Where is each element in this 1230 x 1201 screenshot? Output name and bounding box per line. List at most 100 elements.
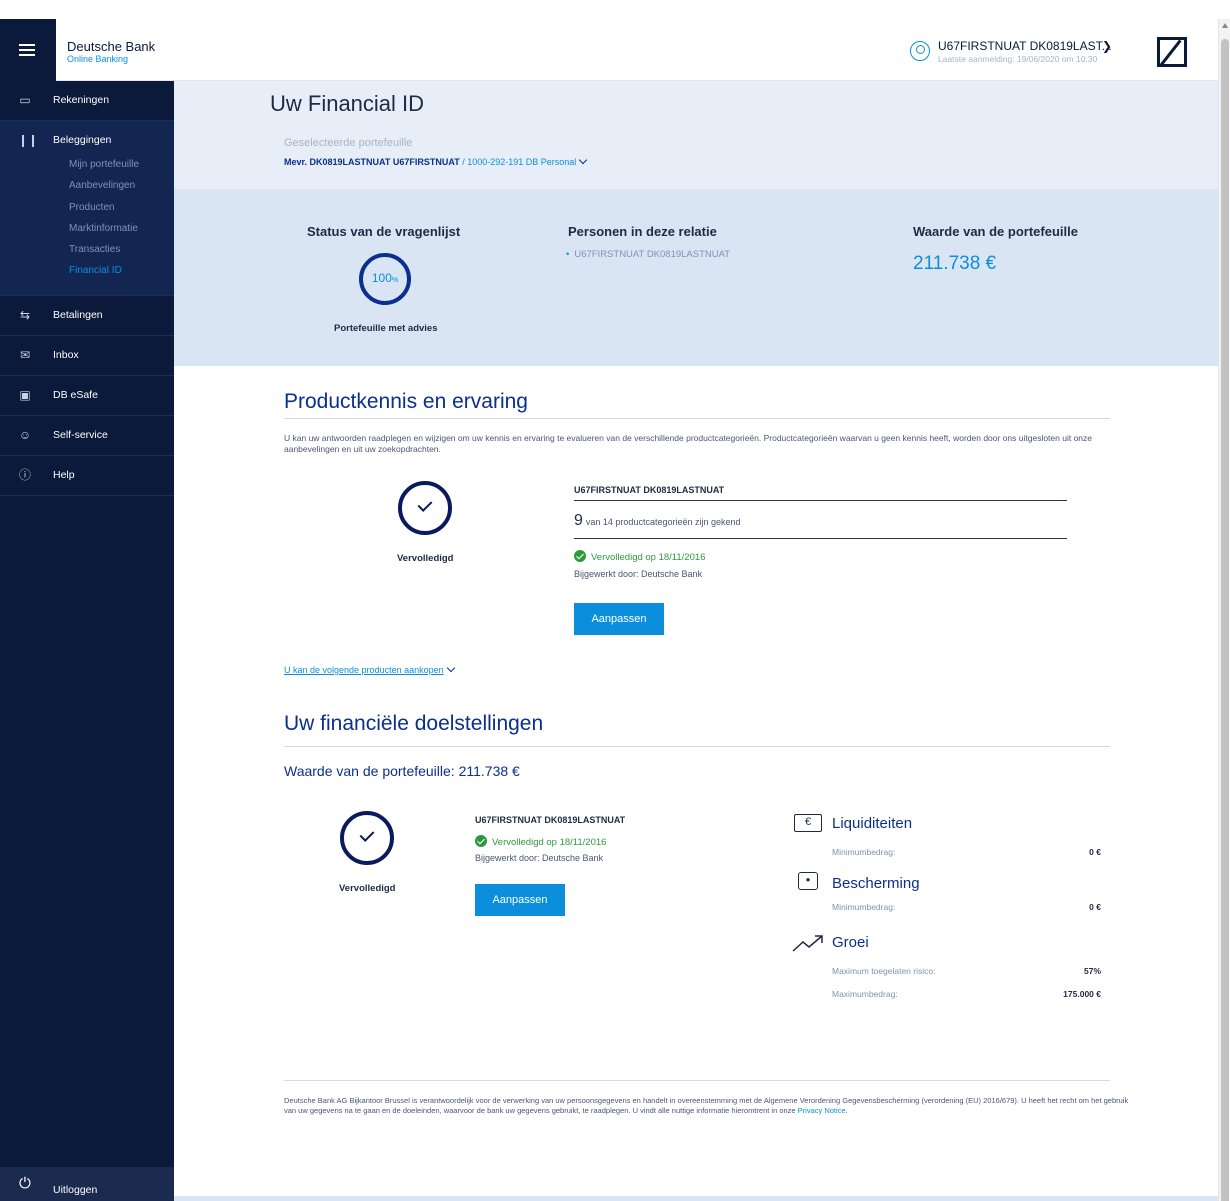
liquidity-title: Liquiditeiten bbox=[832, 815, 913, 832]
divider bbox=[284, 746, 1110, 747]
sidebar-item-label: Rekeningen bbox=[53, 94, 110, 106]
knowledge-intro: U kan uw antwoorden raadplegen en wijzig… bbox=[284, 433, 1093, 454]
lock-icon: ● bbox=[798, 872, 818, 890]
advice-label: Portefeuille met advies bbox=[334, 323, 438, 334]
check-icon bbox=[475, 835, 487, 847]
chevron-down-icon bbox=[446, 663, 455, 673]
goals-updated-by: Bijgewerkt door: Deutsche Bank bbox=[475, 853, 604, 863]
euro-icon: € bbox=[794, 814, 822, 832]
subnav-marktinformatie[interactable]: Marktinformatie bbox=[0, 218, 174, 239]
knowledge-person: U67FIRSTNUAT DK0819LASTNUAT bbox=[574, 485, 725, 495]
sidebar-item-rekeningen[interactable]: ▭ Rekeningen bbox=[0, 81, 174, 121]
brand[interactable]: Deutsche Bank Online Banking bbox=[67, 40, 155, 65]
knowledge-edit-button[interactable]: Aanpassen bbox=[574, 603, 664, 635]
power-icon: ⏻ bbox=[19, 1175, 31, 1192]
divider bbox=[284, 418, 1110, 419]
card-icon: ▭ bbox=[19, 93, 31, 107]
last-login: Laatste aanmelding: 19/06/2020 om 10:30 bbox=[938, 54, 1098, 64]
brand-subtitle: Online Banking bbox=[67, 54, 129, 64]
progress-ring: 100% bbox=[359, 253, 411, 305]
knowledge-status-caption: Vervolledigd bbox=[397, 553, 454, 564]
privacy-notice-link[interactable]: Privacy Notice bbox=[798, 1106, 846, 1115]
check-circle-icon bbox=[340, 811, 394, 865]
chevron-down-icon bbox=[579, 155, 588, 165]
growth-max-label: Maximumbedrag: bbox=[832, 989, 898, 999]
growth-max-value: 175.000 € bbox=[1063, 989, 1101, 999]
db-logo-icon[interactable] bbox=[1157, 37, 1187, 67]
goals-edit-button[interactable]: Aanpassen bbox=[475, 884, 565, 916]
logout-label: Uitloggen bbox=[53, 1184, 98, 1196]
chevron-down-icon[interactable]: ❯ bbox=[1102, 39, 1112, 53]
page-title: Uw Financial ID bbox=[270, 91, 425, 116]
scrollbar-thumb[interactable] bbox=[1221, 39, 1229, 1201]
trend-icon bbox=[792, 935, 823, 952]
portfolio-value-heading: Waarde van de portefeuille bbox=[913, 224, 1078, 239]
subnav-mijn-portefeuille[interactable]: Mijn portefeuille bbox=[0, 154, 174, 175]
top-header: Deutsche Bank Online Banking U67FIRSTNUA… bbox=[0, 19, 1218, 81]
liquidity-value: 0 € bbox=[1089, 847, 1101, 857]
selected-portfolio-label: Geselecteerde portefeuille bbox=[284, 137, 413, 149]
knowledge-title: Productkennis en ervaring bbox=[284, 390, 528, 413]
subnav-producten[interactable]: Producten bbox=[0, 197, 174, 218]
sidebar-item-label: Betalingen bbox=[53, 309, 103, 321]
status-band: Status van de vragenlijst 100% Portefeui… bbox=[174, 189, 1218, 366]
portfolio-selector[interactable]: Mevr. DK0819LASTNUAT U67FIRSTNUAT / 1000… bbox=[284, 155, 588, 167]
portfolio-account: / 1000-292-191 DB Personal bbox=[459, 157, 577, 167]
sidebar-item-help[interactable]: ⓘ Help bbox=[0, 456, 174, 496]
protection-title: Bescherming bbox=[832, 875, 920, 892]
goals-person: U67FIRSTNUAT DK0819LASTNUAT bbox=[475, 815, 626, 825]
knowledge-count: 9 van 14 productcategorieën zijn gekend bbox=[574, 512, 741, 529]
scrollbar[interactable] bbox=[1218, 19, 1230, 1201]
sidebar-item-db-esafe[interactable]: ▣ DB eSafe bbox=[0, 376, 174, 416]
sidebar-item-label: Beleggingen bbox=[53, 134, 112, 146]
questionnaire-heading: Status van de vragenlijst bbox=[307, 224, 461, 239]
check-circle-icon bbox=[398, 481, 452, 535]
liquidity-label: Minimumbedrag: bbox=[832, 847, 896, 857]
check-icon bbox=[574, 550, 586, 562]
hamburger-icon bbox=[19, 44, 35, 56]
knowledge-completed: Vervolledigd op 18/11/2016 bbox=[574, 548, 705, 563]
sidebar-item-self-service[interactable]: ☺ Self-service bbox=[0, 416, 174, 456]
growth-risk-value: 57% bbox=[1083, 966, 1101, 976]
growth-title: Groei bbox=[832, 934, 869, 951]
protection-value: 0 € bbox=[1089, 902, 1101, 912]
sidebar-item-label: DB eSafe bbox=[53, 389, 98, 401]
safe-icon: ▣ bbox=[19, 388, 31, 402]
subnav-aanbevelingen[interactable]: Aanbevelingen bbox=[0, 175, 174, 196]
scroll-up-icon[interactable] bbox=[1222, 23, 1228, 28]
sidebar-item-label: Self-service bbox=[53, 429, 108, 441]
divider bbox=[284, 1080, 1110, 1081]
bottom-band bbox=[174, 1196, 1218, 1201]
hero-section: Uw Financial ID Geselecteerde portefeuil… bbox=[174, 81, 1218, 189]
brand-name: Deutsche Bank bbox=[67, 39, 156, 54]
logout-button[interactable]: ⏻ Uitloggen bbox=[0, 1167, 174, 1201]
divider bbox=[574, 500, 1067, 501]
sidebar-item-betalingen[interactable]: ⇆ Betalingen bbox=[0, 296, 174, 336]
subnav-transacties[interactable]: Transacties bbox=[0, 239, 174, 260]
sidebar-subnav: Mijn portefeuille Aanbevelingen Producte… bbox=[0, 154, 174, 282]
menu-button[interactable] bbox=[0, 19, 56, 81]
footer-notice: Deutsche Bank AG Bijkantoor Brussel is v… bbox=[284, 1096, 1129, 1115]
persons-heading: Personen in deze relatie bbox=[568, 224, 717, 239]
growth-risk-label: Maximum toegelaten risico: bbox=[832, 966, 936, 976]
portfolio-value: 211.738 € bbox=[913, 253, 997, 274]
protection-label: Minimumbedrag: bbox=[832, 902, 896, 912]
subnav-financial-id[interactable]: Financial ID bbox=[0, 260, 174, 281]
sidebar: ▭ Rekeningen ❙❙ Beleggingen Mijn portefe… bbox=[0, 81, 174, 1201]
products-link[interactable]: U kan de volgende producten aankopen bbox=[284, 663, 455, 675]
knowledge-updated-by: Bijgewerkt door: Deutsche Bank bbox=[574, 569, 703, 579]
mail-icon: ✉ bbox=[19, 348, 31, 362]
person-item: U67FIRSTNUAT DK0819LASTNUAT bbox=[566, 249, 730, 260]
goals-completed: Vervolledigd op 18/11/2016 bbox=[475, 833, 606, 848]
portfolio-owner: Mevr. DK0819LASTNUAT U67FIRSTNUAT bbox=[284, 157, 460, 167]
goals-status-caption: Vervolledigd bbox=[339, 883, 396, 894]
goals-title: Uw financiële doelstellingen bbox=[284, 712, 544, 735]
user-icon bbox=[910, 41, 930, 61]
sidebar-item-label: Help bbox=[53, 469, 75, 481]
sidebar-item-beleggingen[interactable]: ❙❙ Beleggingen Mijn portefeuille Aanbeve… bbox=[0, 121, 174, 296]
bars-icon: ❙❙ bbox=[18, 133, 39, 147]
arrows-icon: ⇆ bbox=[19, 308, 31, 322]
progress-value: 100% bbox=[371, 271, 399, 285]
sidebar-item-inbox[interactable]: ✉ Inbox bbox=[0, 336, 174, 376]
person-icon: ☺ bbox=[18, 428, 32, 442]
